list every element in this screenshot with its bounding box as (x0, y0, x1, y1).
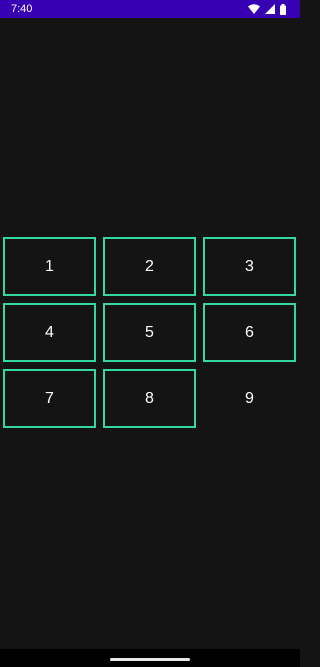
grid-button-label: 1 (45, 257, 54, 275)
grid-row-2: 4 5 6 (0, 303, 300, 369)
status-bar: 7:40 (0, 0, 300, 18)
home-gesture-handle[interactable] (110, 658, 190, 661)
battery-icon (280, 3, 286, 15)
grid-button-label: 8 (145, 389, 154, 407)
grid-button-label: 4 (45, 323, 54, 341)
app-screen: 7:40 1 2 3 4 5 6 7 8 9 (0, 0, 300, 667)
grid-button-2[interactable]: 2 (103, 237, 196, 296)
grid-button-5[interactable]: 5 (103, 303, 196, 362)
grid-button-label: 7 (45, 389, 54, 407)
status-time: 7:40 (11, 3, 33, 15)
grid-button-9[interactable]: 9 (203, 369, 296, 428)
grid-row-1: 1 2 3 (0, 237, 300, 303)
signal-icon (265, 4, 275, 14)
grid-button-label: 3 (245, 257, 254, 275)
grid-button-7[interactable]: 7 (3, 369, 96, 428)
grid-button-4[interactable]: 4 (3, 303, 96, 362)
number-grid: 1 2 3 4 5 6 7 8 9 (0, 237, 300, 435)
grid-button-8[interactable]: 8 (103, 369, 196, 428)
grid-button-1[interactable]: 1 (3, 237, 96, 296)
grid-button-label: 6 (245, 323, 254, 341)
wifi-icon (248, 4, 260, 14)
grid-button-3[interactable]: 3 (203, 237, 296, 296)
grid-button-6[interactable]: 6 (203, 303, 296, 362)
grid-button-label: 2 (145, 257, 154, 275)
grid-row-3: 7 8 9 (0, 369, 300, 435)
status-icons (248, 3, 286, 15)
grid-button-label: 5 (145, 323, 154, 341)
grid-button-label: 9 (245, 389, 254, 407)
